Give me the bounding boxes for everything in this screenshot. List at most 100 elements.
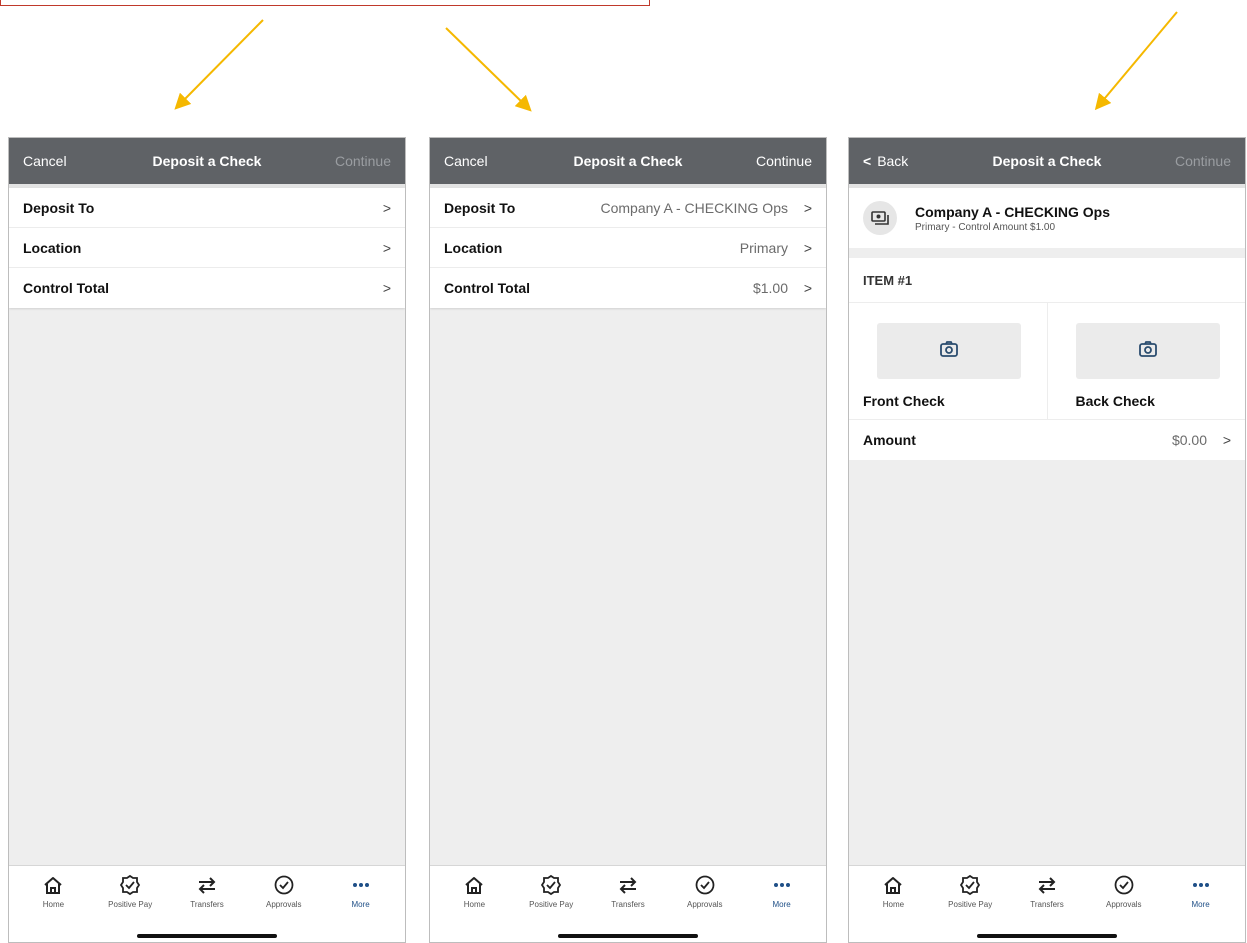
deposit-form: Deposit To Company A - CHECKING Ops > Lo… (430, 188, 826, 308)
tab-approvals[interactable]: Approvals (249, 874, 319, 909)
back-check: Back Check (1046, 303, 1246, 419)
tab-label: Transfers (1030, 900, 1064, 909)
continue-button[interactable]: Continue (1175, 153, 1231, 169)
back-check-label: Back Check (1075, 393, 1155, 409)
chevron-right-icon: > (803, 199, 812, 216)
check-circle-icon (273, 874, 295, 896)
tab-home[interactable]: Home (18, 874, 88, 909)
item-section: ITEM #1 Front Check Back Check Amount $0… (849, 258, 1245, 460)
deposit-form: Deposit To > Location > Control Total > (9, 188, 405, 308)
front-check-camera-button[interactable] (877, 323, 1021, 379)
front-check-label: Front Check (863, 393, 945, 409)
tab-label: Home (42, 900, 65, 909)
row-label: Control Total (23, 280, 110, 296)
transfer-arrows-icon (617, 874, 639, 896)
cancel-button[interactable]: Cancel (23, 153, 67, 169)
continue-button[interactable]: Continue (756, 153, 812, 169)
home-indicator[interactable] (977, 934, 1117, 938)
tab-label: Positive Pay (108, 900, 153, 909)
chevron-right-icon: > (1222, 432, 1231, 448)
tab-more[interactable]: More (1166, 874, 1236, 909)
account-name: Company A - CHECKING Ops (915, 203, 1110, 220)
row-location[interactable]: Location Primary > (430, 228, 826, 268)
phone-screen-1: Cancel Deposit a Check Continue Deposit … (8, 137, 406, 943)
row-control-total[interactable]: Control Total $1.00 > (430, 268, 826, 308)
tab-approvals[interactable]: Approvals (1089, 874, 1159, 909)
item-header: ITEM #1 (849, 258, 1245, 303)
tab-label: Approvals (1105, 900, 1142, 909)
tab-label: Approvals (265, 900, 302, 909)
tab-label: Transfers (611, 900, 645, 909)
tab-transfers[interactable]: Transfers (172, 874, 242, 909)
shield-check-icon (119, 874, 141, 896)
arrow-1 (174, 19, 264, 110)
chevron-right-icon: > (803, 239, 812, 256)
tab-positive-pay[interactable]: Positive Pay (935, 874, 1005, 909)
chevron-right-icon: > (803, 280, 812, 296)
account-subtitle: Primary - Control Amount $1.00 (915, 221, 1056, 233)
tab-label: Home (882, 900, 905, 909)
home-indicator[interactable] (137, 934, 277, 938)
tab-positive-pay[interactable]: Positive Pay (516, 874, 586, 909)
transfer-arrows-icon (196, 874, 218, 896)
tab-bar: Home Positive Pay Transfers Approvals Mo… (430, 865, 826, 942)
chevron-right-icon: > (382, 280, 391, 296)
tab-label: Home (463, 900, 486, 909)
chevron-right-icon: > (382, 239, 391, 256)
back-button[interactable]: < Back (863, 153, 908, 169)
tab-home[interactable]: Home (858, 874, 928, 909)
tab-home[interactable]: Home (439, 874, 509, 909)
camera-icon (1138, 340, 1157, 362)
tab-label: More (772, 900, 791, 909)
row-label: Control Total (444, 280, 531, 296)
row-label: Deposit To (23, 199, 95, 216)
camera-icon (940, 340, 958, 362)
callout-arrows (174, 11, 1178, 112)
more-dots-icon (771, 874, 793, 896)
row-value: $1.00 (752, 280, 788, 296)
row-control-total[interactable]: Control Total > (9, 268, 405, 308)
tab-label: Approvals (686, 900, 723, 909)
check-circle-icon (1113, 874, 1135, 896)
tab-approvals[interactable]: Approvals (670, 874, 740, 909)
back-check-camera-button[interactable] (1075, 323, 1220, 379)
row-label: Amount (863, 432, 916, 448)
nav-bar: < Back Deposit a Check Continue (849, 138, 1245, 184)
callout-box (0, 0, 650, 6)
transfer-arrows-icon (1036, 874, 1058, 896)
continue-button[interactable]: Continue (335, 153, 391, 169)
tab-more[interactable]: More (747, 874, 817, 909)
home-icon (463, 874, 485, 896)
row-amount[interactable]: Amount $0.00 > (849, 420, 1245, 460)
home-indicator[interactable] (558, 934, 698, 938)
tab-positive-pay[interactable]: Positive Pay (95, 874, 165, 909)
tab-label: More (1191, 900, 1210, 909)
more-dots-icon (350, 874, 372, 896)
tab-transfers[interactable]: Transfers (1012, 874, 1082, 909)
check-circle-icon (694, 874, 716, 896)
row-deposit-to[interactable]: Deposit To Company A - CHECKING Ops > (430, 188, 826, 228)
front-check: Front Check (849, 303, 1047, 419)
home-icon (42, 874, 64, 896)
tab-label: Transfers (190, 900, 224, 909)
cancel-button[interactable]: Cancel (444, 153, 488, 169)
row-location[interactable]: Location > (9, 228, 405, 268)
row-label: Location (444, 239, 503, 256)
row-label: Location (23, 239, 82, 256)
row-label: Deposit To (444, 199, 516, 216)
account-summary[interactable]: Company A - CHECKING Ops Primary - Contr… (849, 188, 1245, 248)
arrow-3 (1094, 11, 1178, 111)
tab-transfers[interactable]: Transfers (593, 874, 663, 909)
tab-more[interactable]: More (326, 874, 396, 909)
more-dots-icon (1190, 874, 1212, 896)
row-deposit-to[interactable]: Deposit To > (9, 188, 405, 228)
phone-screen-3: < Back Deposit a Check Continue Company A… (848, 137, 1246, 943)
nav-bar: Cancel Deposit a Check Continue (430, 138, 826, 184)
tab-bar: Home Positive Pay Transfers Approvals Mo… (849, 865, 1245, 942)
chevron-left-icon: < (863, 153, 872, 169)
tab-label: Positive Pay (948, 900, 993, 909)
back-label: Back (877, 153, 909, 169)
tab-label: Positive Pay (529, 900, 574, 909)
row-value: Company A - CHECKING Ops (600, 199, 788, 216)
shield-check-icon (959, 874, 981, 896)
